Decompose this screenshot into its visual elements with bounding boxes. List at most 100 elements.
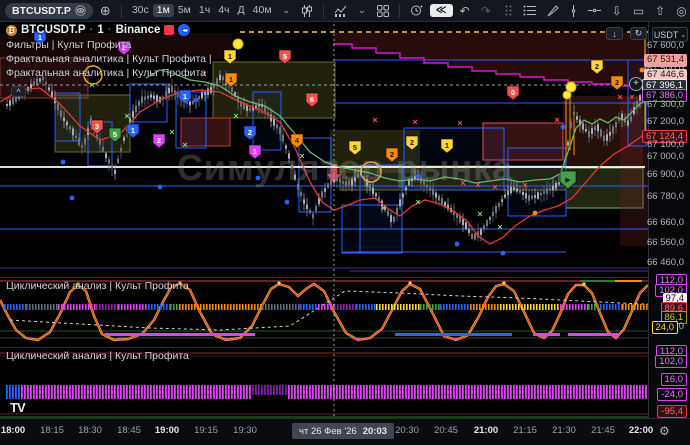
pane3-value-label: 102,0 (655, 355, 687, 368)
pane3-value-label: -24,0 (657, 388, 687, 401)
svg-text:×: × (182, 140, 187, 150)
svg-text:×: × (522, 180, 527, 190)
scroll-to-recent-button[interactable]: ↓ (606, 27, 623, 40)
svg-text:3: 3 (95, 122, 99, 131)
legend-sep: · (90, 24, 94, 36)
svg-text:×: × (124, 111, 129, 121)
time-label: 19:15 (194, 425, 218, 436)
pane2-dot-row (4, 304, 648, 310)
axis-settings-gear-icon[interactable]: ⚙ (659, 424, 670, 438)
pane3-legend[interactable]: Циклический анализ | Культ Профита (6, 350, 189, 362)
svg-text:×: × (372, 115, 377, 125)
svg-text:×: × (554, 115, 559, 125)
svg-text:×: × (492, 182, 497, 192)
time-label: 20:30 (395, 425, 419, 436)
time-label: 19:00 (155, 425, 179, 436)
svg-text:2: 2 (615, 78, 619, 87)
svg-text:1: 1 (253, 147, 257, 156)
legend-collapse-button[interactable]: ^ (11, 86, 26, 97)
price-label: 66 560,0 (644, 237, 687, 250)
svg-text:2: 2 (157, 136, 161, 145)
svg-text:2: 2 (248, 128, 252, 137)
svg-text:×: × (299, 151, 304, 161)
reset-view-button[interactable]: ↻ (630, 27, 647, 40)
time-label: 18:45 (117, 425, 141, 436)
time-label: 22:00 (629, 425, 653, 436)
pane-separator[interactable] (0, 277, 690, 278)
legend-interval: 1 (97, 24, 103, 36)
price-scale[interactable]: USDT ⌄ 67 600,067 531,467 500,067 446,66… (648, 22, 690, 418)
svg-text:×: × (89, 80, 94, 90)
svg-text:2: 2 (595, 62, 599, 71)
svg-text:×: × (233, 111, 238, 121)
svg-text:×: × (415, 197, 420, 207)
svg-text:×: × (497, 222, 502, 232)
crosshair-time-badge: чт 26 Фев '26 20:03 (292, 423, 394, 439)
price-label: 67 600,0 (644, 40, 687, 53)
svg-text:×: × (460, 178, 465, 188)
svg-text:6: 6 (310, 95, 314, 104)
marker-badge: 2 (611, 76, 623, 90)
add-order-plus-button[interactable]: + (629, 77, 643, 91)
tradingview-logo[interactable]: TV (10, 400, 25, 415)
price-label: 66 780,0 (644, 191, 687, 204)
svg-text:×: × (629, 92, 634, 102)
svg-text:5: 5 (283, 52, 287, 61)
btc-logo-icon: ₿ (6, 25, 17, 36)
time-label: 21:00 (474, 425, 498, 436)
svg-text:5: 5 (113, 130, 117, 139)
time-label: 20:45 (434, 425, 458, 436)
svg-text:1: 1 (131, 126, 135, 135)
marker-badge: 2 (153, 134, 165, 148)
svg-text:1: 1 (229, 75, 233, 84)
svg-text:0: 0 (511, 88, 515, 97)
price-label: 67 000,0 (644, 151, 687, 164)
chevron-down-icon: ⌄ (680, 31, 686, 39)
pane2-zero-label: 0 (676, 321, 687, 334)
indicator-legend-fractal-1[interactable]: Фрактальная аналитика | Культ Профита | (6, 53, 212, 65)
svg-text:5: 5 (353, 143, 357, 152)
svg-text:1: 1 (183, 92, 187, 101)
time-label: 18:30 (78, 425, 102, 436)
time-label: 18:00 (1, 425, 25, 436)
price-label: 67 200,0 (644, 116, 687, 129)
svg-text:×: × (475, 180, 480, 190)
marker-badge: 0 (507, 86, 519, 100)
svg-text:1: 1 (445, 141, 449, 150)
pane3-value-label: -95,4 (657, 405, 687, 418)
pane3-value-label: 16,0 (661, 373, 688, 386)
main-legend-row[interactable]: ₿ BTCUSDT.P · 1 · Binance ◂◂ (6, 24, 190, 36)
market-status-icon[interactable] (164, 25, 174, 35)
price-label: 67 300,0 (644, 99, 687, 112)
svg-text:×: × (477, 209, 482, 219)
svg-text:×: × (169, 127, 174, 137)
svg-text:1: 1 (228, 52, 232, 61)
pane2-legend[interactable]: Циклический анализ | Культ Профита (6, 280, 189, 292)
time-axis[interactable]: чт 26 Фев '26 20:03 18:00 18:15 18:30 18:45… (0, 418, 690, 445)
crosshair-time: 20:03 (363, 426, 387, 437)
price-label: 66 900,0 (644, 169, 687, 182)
indicator-legend-filters[interactable]: Фильтры | Культ Профита (6, 39, 131, 51)
svg-text:×: × (412, 117, 417, 127)
svg-text:×: × (457, 118, 462, 128)
time-label: 21:15 (513, 425, 537, 436)
time-label: 18:15 (40, 425, 64, 436)
currency-label: USDT (654, 30, 679, 40)
pane-separator[interactable] (0, 347, 690, 348)
time-label: 21:45 (591, 425, 615, 436)
legend-symbol: BTCUSDT.P (21, 24, 86, 36)
price-label: 66 660,0 (644, 217, 687, 230)
time-label: 21:30 (552, 425, 576, 436)
replay-pause-icon[interactable]: ◂◂ (178, 24, 190, 36)
svg-text:2: 2 (390, 150, 394, 159)
legend-exchange: Binance (116, 24, 161, 36)
legend-sep: · (108, 24, 112, 36)
svg-text:▶: ▶ (565, 177, 571, 184)
pane3-barcode (6, 385, 647, 399)
tradingview-app: BTCUSDT.P ⊕ 30с1м5м1ч4чД40м ⌄ ⌄ ≪ ↶ ↷ (0, 0, 690, 445)
indicator-legend-fractal-2[interactable]: Фрактальная аналитика | Культ Профита (6, 67, 206, 79)
crosshair-date: чт 26 Фев '26 (299, 426, 357, 437)
price-label: 66 460,0 (644, 257, 687, 270)
pane2-value-label: 24,0 (652, 321, 679, 334)
svg-text:×: × (380, 203, 385, 213)
